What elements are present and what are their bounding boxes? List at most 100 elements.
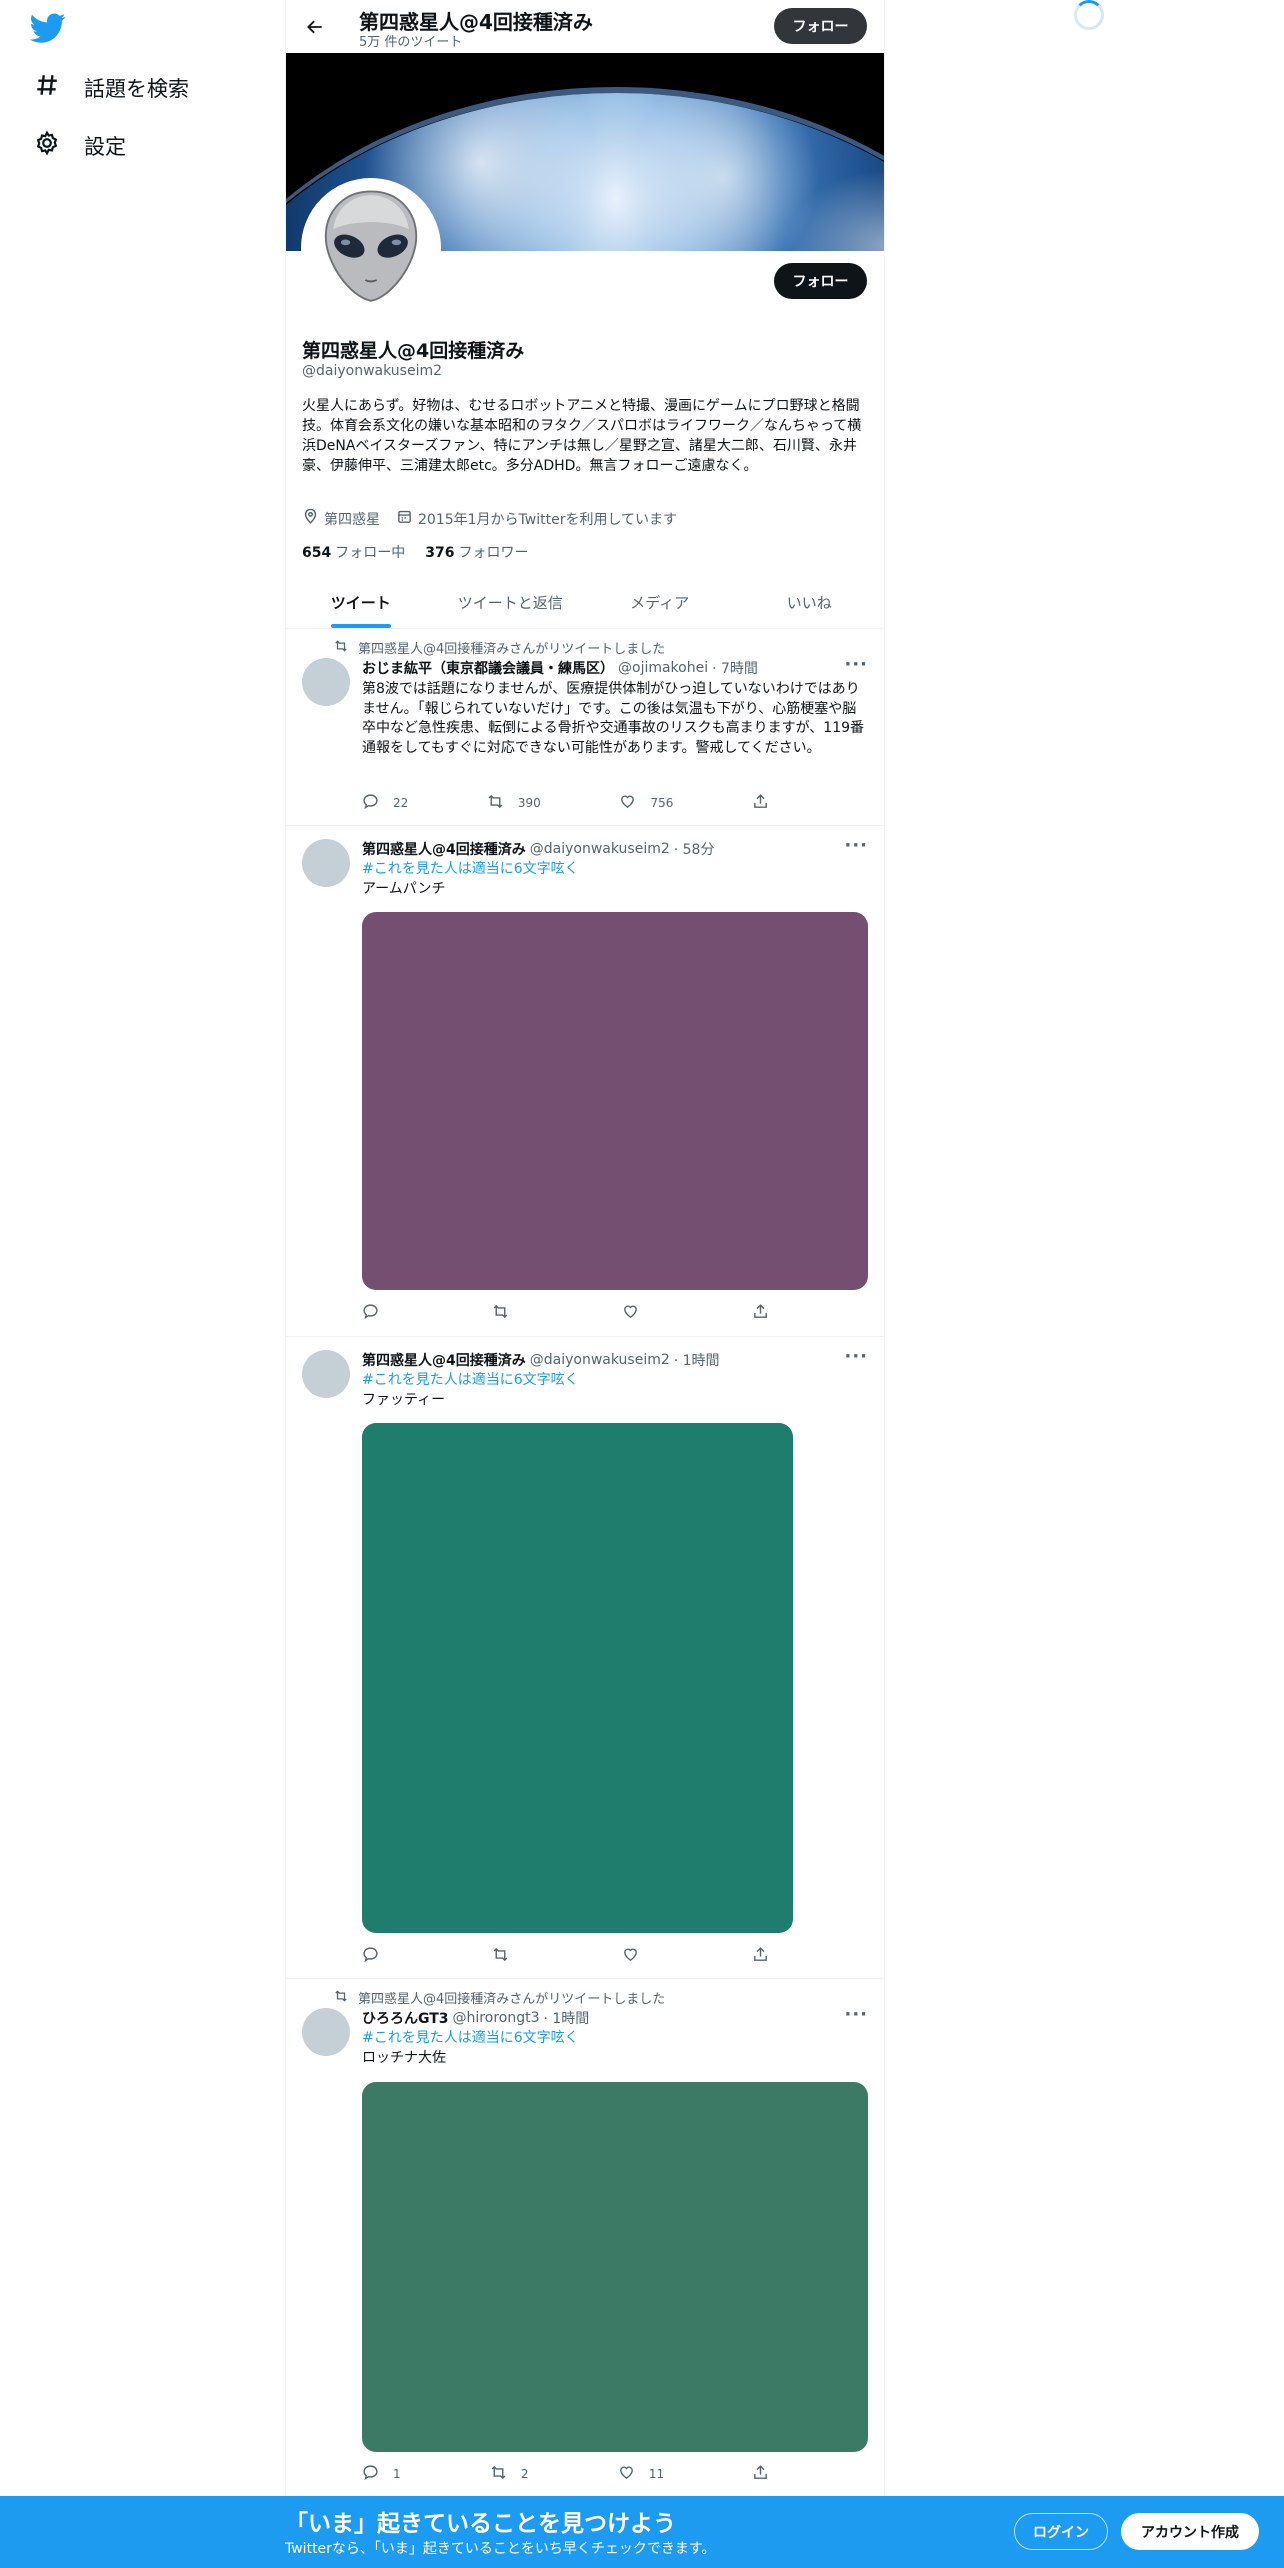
tweet-header: おじま紘平（東京都議会議員・練馬区） @ojimakohei · 7時間 [362,660,758,677]
following-link[interactable]: 654 フォロー中 [302,542,405,562]
avatar[interactable] [302,2008,350,2056]
retweet-icon [490,2464,507,2484]
tab-media[interactable]: メディア [585,576,735,628]
tweet-header: 第四惑星人@4回接種済み @daiyonwakuseim2 · 58分 [362,841,715,858]
tweet-count: 5万 件のツイート [359,35,463,50]
reply-icon [362,2464,379,2484]
twitter-logo-icon[interactable] [29,10,66,46]
retweet-button[interactable] [492,1303,532,1323]
profile-avatar[interactable] [301,178,441,318]
back-arrow-icon[interactable] [300,12,330,42]
follow-button-header[interactable]: フォロー [774,8,867,44]
retweet-button[interactable]: 2 [490,2464,530,2484]
reply-icon [362,1946,379,1966]
share-button[interactable] [752,1303,792,1323]
sidebar-item-explore[interactable]: 話題を検索 [34,72,189,103]
like-button[interactable]: 11 [618,2464,664,2484]
profile-bio: 火星人にあらず。好物は、むせるロボットアニメと特撮、漫画にゲームにプロ野球と格闘… [302,398,862,474]
tweet-text: 第8波では話題になりませんが、医療提供体制がひっ迫していないわけではありません。… [362,681,865,756]
retweet-icon [492,1303,509,1323]
sidebar-item-label: 話題を検索 [84,76,189,101]
tweet-text: ファッティー [362,1392,446,1408]
share-icon [752,1946,769,1966]
tweet-header: 第四惑星人@4回接種済み @daiyonwakuseim2 · 1時間 [362,1352,720,1369]
hashtag-icon [34,72,60,103]
tweet[interactable]: 第四惑星人@4回接種済み @daiyonwakuseim2 · 58分 ··· … [286,827,884,1337]
like-button[interactable]: 756 [619,793,673,813]
tweet[interactable]: 第四惑星人@4回接種済みさんがリツイートしました ひろろんGT3 @hiroro… [286,1980,884,2500]
tweet-media-image[interactable] [362,2082,868,2452]
tweet-text: ロッチナ大佐 [362,2050,446,2066]
share-icon [752,793,769,813]
reply-button[interactable] [362,1303,402,1323]
tab-tweets[interactable]: ツイート [286,576,436,628]
retweet-note: 第四惑星人@4回接種済みさんがリツイートしました [334,1988,665,2007]
share-button[interactable] [752,1946,792,1966]
share-icon [752,1303,769,1323]
heart-icon [619,793,636,813]
tab-likes[interactable]: いいね [735,576,885,628]
sidebar-item-label: 設定 [84,134,126,159]
heart-icon [622,1946,639,1966]
heart-icon [618,2464,635,2484]
more-icon[interactable]: ··· [844,654,868,675]
share-button[interactable] [752,2464,792,2484]
tweet[interactable]: 第四惑星人@4回接種済みさんがリツイートしました おじま紘平（東京都議会議員・練… [286,630,884,826]
share-icon [752,2464,769,2484]
profile-handle: @daiyonwakuseim2 [302,363,442,379]
signup-banner-subtitle: Twitterなら、「いま」起きていることをいち早くチェックできます。 [285,2541,716,2557]
share-button[interactable] [752,793,792,813]
calendar-icon [396,508,413,529]
hashtag-link[interactable]: #これを見た人は適当に6文字呟く [362,860,870,880]
follow-button[interactable]: フォロー [774,263,867,299]
retweet-button[interactable] [492,1946,532,1966]
retweet-button[interactable]: 390 [487,793,541,813]
like-button[interactable] [622,1303,662,1323]
reply-button[interactable] [362,1946,402,1966]
profile-header-bar: 第四惑星人@4回接種済み 5万 件のツイート フォロー [286,0,884,53]
heart-icon [622,1303,639,1323]
tweet-actions [362,1303,792,1323]
sidebar-item-settings[interactable]: 設定 [34,130,126,161]
avatar[interactable] [302,658,350,706]
followers-link[interactable]: 376 フォロワー [425,542,528,562]
tweet-text: アームパンチ [362,881,446,897]
profile-location: 第四惑星 [324,511,380,528]
create-account-button[interactable]: アカウント作成 [1121,2513,1259,2550]
hashtag-link[interactable]: #これを見た人は適当に6文字呟く [362,1371,870,1391]
more-icon[interactable]: ··· [844,2004,868,2025]
signup-banner-title: 「いま」起きていることを見つけよう [285,2511,676,2537]
retweet-icon [334,639,348,657]
tab-tweets-and-replies[interactable]: ツイートと返信 [436,576,586,628]
tweet-media-image[interactable] [362,1423,793,1933]
profile-joined: 2015年1月からTwitterを利用しています [418,511,678,528]
retweet-icon [334,1989,348,2007]
like-button[interactable] [622,1946,662,1966]
more-icon[interactable]: ··· [844,835,868,856]
reply-icon [362,1303,379,1323]
hashtag-link[interactable]: #これを見た人は適当に6文字呟く [362,2029,870,2049]
loading-spinner-icon [1074,0,1104,30]
retweet-icon [487,793,504,813]
retweet-icon [492,1946,509,1966]
more-icon[interactable]: ··· [844,1346,868,1367]
reply-button[interactable]: 22 [362,793,408,813]
avatar[interactable] [302,839,350,887]
login-button[interactable]: ログイン [1014,2513,1108,2550]
profile-meta: 第四惑星 2015年1月からTwitterを利用しています [302,508,677,529]
retweet-note: 第四惑星人@4回接種済みさんがリツイートしました [334,638,665,657]
profile-tabs: ツイート ツイートと返信 メディア いいね [286,576,884,629]
profile-name: 第四惑星人@4回接種済み [302,340,525,362]
reply-icon [362,793,379,813]
reply-button[interactable]: 1 [362,2464,402,2484]
tweet-media-image[interactable] [362,912,868,1290]
signup-banner: 「いま」起きていることを見つけよう Twitterなら、「いま」起きていることを… [0,2496,1284,2568]
avatar[interactable] [302,1350,350,1398]
tweet-header: ひろろんGT3 @hirorongt3 · 1時間 [362,2010,590,2027]
tweet-actions: 22 390 756 [362,793,792,813]
location-icon [302,508,319,529]
tweet-actions: 1 2 11 [362,2464,792,2484]
profile-stats: 654 フォロー中 376 フォロワー [302,542,528,562]
gear-icon [34,130,60,161]
tweet[interactable]: 第四惑星人@4回接種済み @daiyonwakuseim2 · 1時間 ··· … [286,1338,884,1979]
